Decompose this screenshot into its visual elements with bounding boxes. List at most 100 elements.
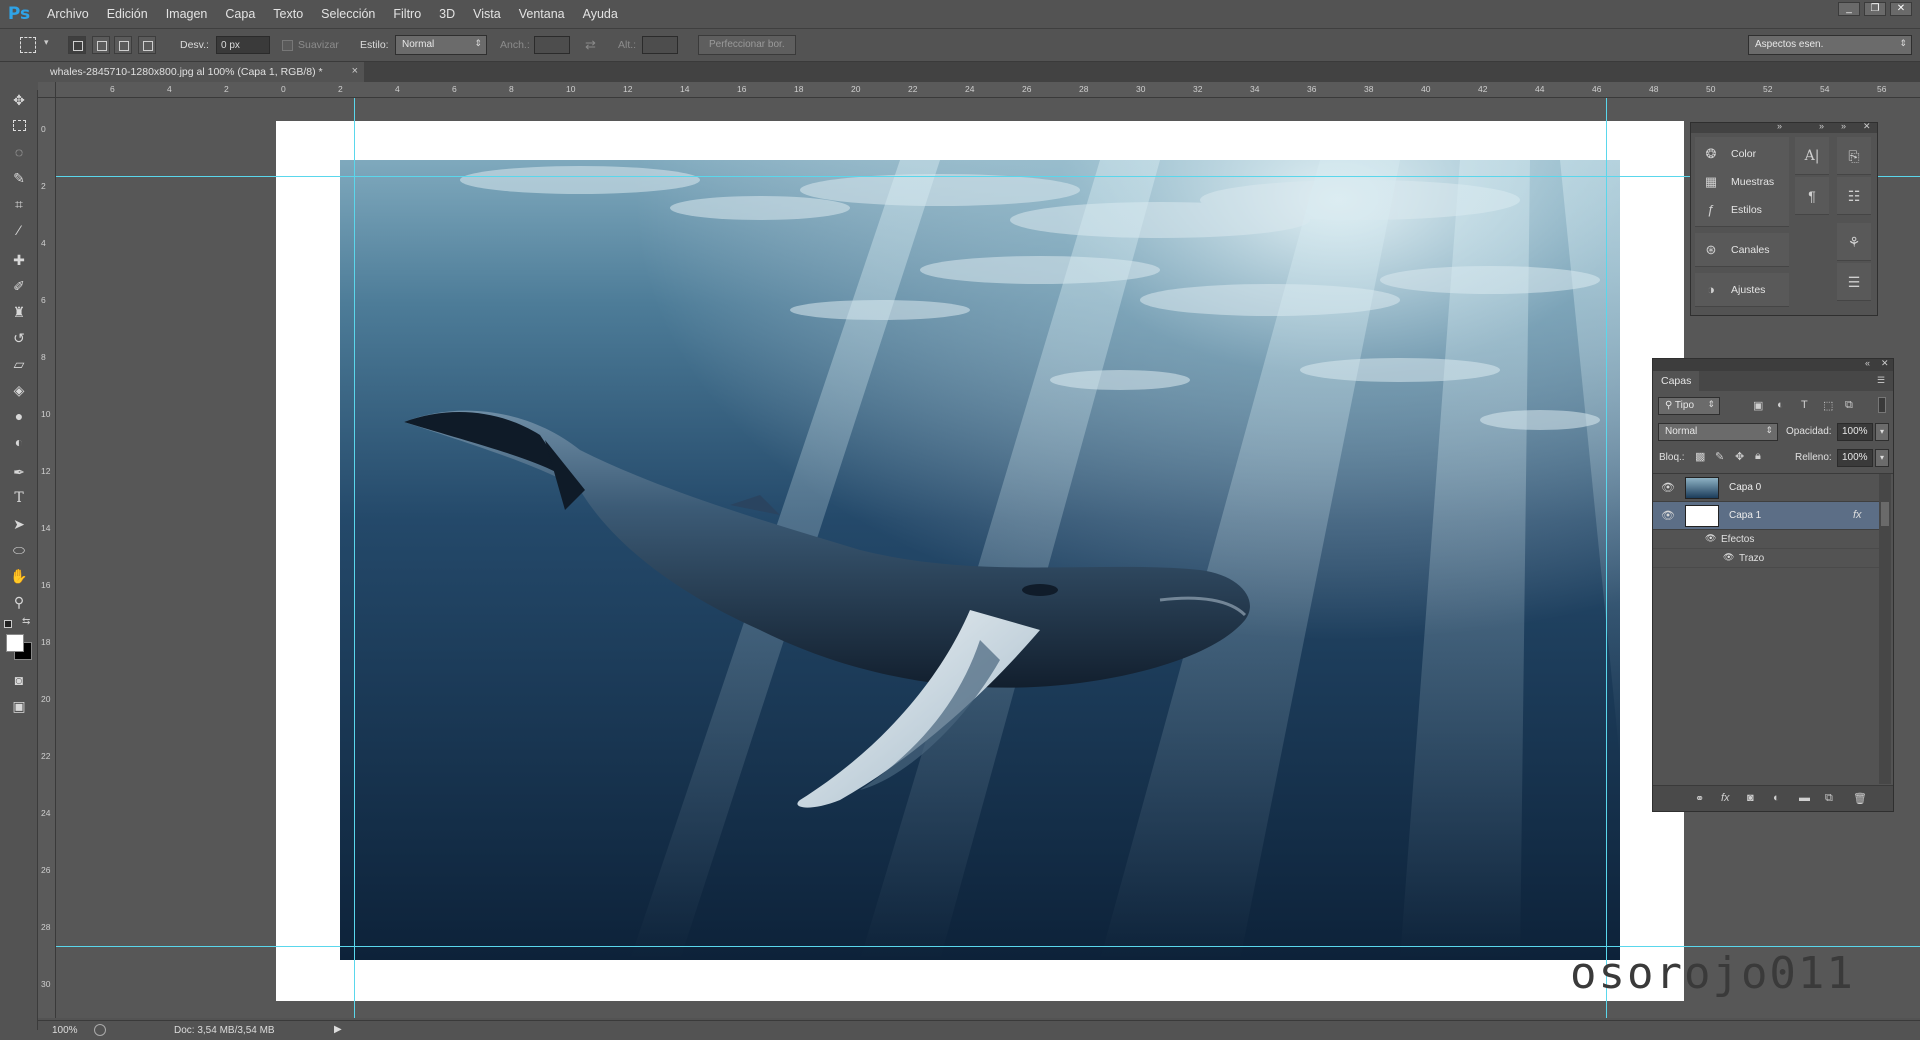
fill-dropdown-icon[interactable]: ▾ — [1875, 449, 1889, 467]
new-selection-icon[interactable] — [68, 36, 86, 54]
pen-tool-icon[interactable]: ✒ — [9, 462, 29, 482]
whale-image[interactable] — [340, 160, 1620, 960]
layers-panel-menu-icon[interactable]: ☰ — [1877, 375, 1885, 386]
filter-smart-object-icon[interactable]: ⧉ — [1845, 399, 1853, 412]
crop-tool-icon[interactable]: ⌗ — [9, 194, 29, 214]
zoom-level[interactable]: 100% — [52, 1025, 78, 1036]
brush-presets-panel-icon[interactable]: ⚘ — [1837, 223, 1871, 261]
history-panel-icon[interactable]: ⎘ — [1837, 137, 1871, 175]
menu-ayuda[interactable]: Ayuda — [574, 0, 627, 28]
effects-row[interactable]: 👁︎ Efectos — [1653, 530, 1879, 549]
fx-badge[interactable]: fx — [1853, 509, 1862, 521]
default-colors-icon[interactable] — [4, 620, 12, 628]
menu-capa[interactable]: Capa — [216, 0, 264, 28]
dock-item-canales[interactable]: ⊛ Canales — [1695, 233, 1789, 267]
status-info-icon[interactable] — [94, 1024, 106, 1036]
lock-pixels-icon[interactable]: ✎ — [1715, 450, 1724, 463]
filter-adjustment-icon[interactable]: ◐ — [1777, 399, 1784, 411]
new-adjustment-icon[interactable]: ◐ — [1773, 792, 1780, 804]
menu-vista[interactable]: Vista — [464, 0, 510, 28]
preset-dropdown-icon[interactable]: ▾ — [44, 37, 49, 48]
layers-close-icon[interactable]: ✕ — [1881, 358, 1889, 369]
dock-collapse-icon-3[interactable]: » — [1841, 121, 1846, 131]
menu-texto[interactable]: Texto — [264, 0, 312, 28]
fill-input[interactable]: 100% — [1837, 449, 1873, 467]
foreground-color-swatch[interactable] — [6, 634, 24, 652]
menu-edicion[interactable]: Edición — [98, 0, 157, 28]
paint-bucket-tool-icon[interactable]: ◈ — [9, 380, 29, 400]
dock-item-ajustes[interactable]: ◑ Ajustes — [1695, 273, 1789, 307]
eraser-tool-icon[interactable]: ▱ — [9, 354, 29, 374]
guide-vertical-right[interactable] — [1606, 98, 1607, 1018]
stroke-effect-row[interactable]: 👁︎ Trazo — [1653, 549, 1879, 568]
add-selection-icon[interactable] — [92, 36, 110, 54]
intersect-selection-icon[interactable] — [138, 36, 156, 54]
opacity-dropdown-icon[interactable]: ▾ — [1875, 423, 1889, 441]
menu-seleccion[interactable]: Selección — [312, 0, 384, 28]
filter-shape-icon[interactable]: ⬚ — [1823, 399, 1833, 412]
lock-position-icon[interactable]: ✥ — [1735, 450, 1744, 463]
antialias-checkbox[interactable] — [282, 40, 293, 51]
hand-tool-icon[interactable]: ✋ — [9, 566, 29, 586]
brush-tool-icon[interactable]: ✐ — [9, 276, 29, 296]
link-layers-icon[interactable]: ⚭ — [1695, 792, 1704, 805]
layer-filter-select[interactable]: ⚲ Tipo — [1658, 397, 1720, 415]
eyedropper-tool-icon[interactable]: ⁄ — [9, 220, 29, 240]
subtract-selection-icon[interactable] — [114, 36, 132, 54]
swap-dimensions-icon[interactable]: ⇄ — [585, 37, 596, 53]
visibility-eye-icon[interactable]: 👁︎ — [1661, 481, 1675, 494]
new-layer-icon[interactable]: ⧉ — [1825, 792, 1833, 805]
dock-collapse-icon-2[interactable]: » — [1819, 121, 1824, 131]
new-group-icon[interactable]: ▬ — [1799, 792, 1810, 804]
height-input[interactable] — [642, 36, 678, 54]
workspace-select[interactable]: Aspectos esen. — [1748, 35, 1912, 55]
layers-collapse-icon[interactable]: « — [1865, 358, 1870, 368]
dodge-tool-icon[interactable]: ◐ — [9, 432, 29, 452]
guide-horizontal-top[interactable] — [56, 176, 1920, 177]
menu-imagen[interactable]: Imagen — [157, 0, 217, 28]
quick-mask-icon[interactable]: ◙ — [9, 670, 29, 690]
stroke-eye-icon[interactable]: 👁︎ — [1723, 552, 1734, 563]
paragraph-panel-icon[interactable]: ¶ — [1795, 177, 1829, 215]
layers-scroll-thumb[interactable] — [1881, 502, 1889, 526]
move-tool-icon[interactable]: ✥ — [9, 90, 29, 110]
type-tool-icon[interactable]: T — [9, 488, 29, 508]
clone-stamp-tool-icon[interactable]: ♜ — [9, 302, 29, 322]
dock-collapse-icon[interactable]: » — [1777, 121, 1782, 131]
opacity-input[interactable]: 100% — [1837, 423, 1873, 441]
menu-ventana[interactable]: Ventana — [510, 0, 574, 28]
lasso-tool-icon[interactable]: ◌ — [9, 142, 29, 162]
history-brush-tool-icon[interactable]: ↺ — [9, 328, 29, 348]
feather-input[interactable] — [216, 36, 270, 54]
guide-vertical-left[interactable] — [354, 98, 355, 1018]
tab-capas[interactable]: Capas — [1653, 371, 1700, 391]
path-selection-tool-icon[interactable]: ➤ — [9, 514, 29, 534]
restore-button[interactable]: ❐ — [1864, 2, 1886, 16]
ellipse-tool-icon[interactable]: ⬭ — [9, 540, 29, 560]
zoom-tool-icon[interactable]: ⚲ — [9, 592, 29, 612]
filter-type-icon[interactable]: T — [1801, 399, 1808, 411]
status-menu-arrow-icon[interactable]: ▶ — [334, 1024, 342, 1035]
menu-3d[interactable]: 3D — [430, 0, 464, 28]
filter-toggle-switch[interactable] — [1878, 397, 1886, 413]
character-panel-icon[interactable]: A| — [1795, 137, 1829, 175]
tool-presets-panel-icon[interactable]: ☰ — [1837, 263, 1871, 301]
close-window-button[interactable]: ✕ — [1890, 2, 1912, 16]
app-logo[interactable]: Ps — [0, 4, 38, 24]
refine-edge-button[interactable]: Perfeccionar bor. — [698, 35, 796, 55]
guide-horizontal-bottom[interactable] — [56, 946, 1920, 947]
document-tab[interactable]: whales-2845710-1280x800.jpg al 100% (Cap… — [44, 62, 364, 82]
healing-brush-tool-icon[interactable]: ✚ — [9, 250, 29, 270]
filter-pixel-icon[interactable]: ▣ — [1753, 399, 1763, 412]
lock-all-icon[interactable]: 🔒︎ — [1755, 450, 1761, 463]
layer-row-capa-0[interactable]: 👁︎ Capa 0 — [1653, 474, 1879, 502]
style-select[interactable]: Normal — [395, 35, 487, 55]
effects-eye-icon[interactable]: 👁︎ — [1705, 533, 1716, 544]
quick-selection-tool-icon[interactable]: ✎ — [9, 168, 29, 188]
blur-tool-icon[interactable]: ● — [9, 406, 29, 426]
screen-mode-icon[interactable]: ▣ — [9, 696, 29, 716]
layer-row-capa-1[interactable]: 👁︎ Capa 1 fx — [1653, 502, 1879, 530]
menu-filtro[interactable]: Filtro — [384, 0, 430, 28]
swap-colors-icon[interactable]: ⇆ — [22, 616, 30, 627]
blend-mode-select[interactable]: Normal — [1658, 423, 1778, 441]
